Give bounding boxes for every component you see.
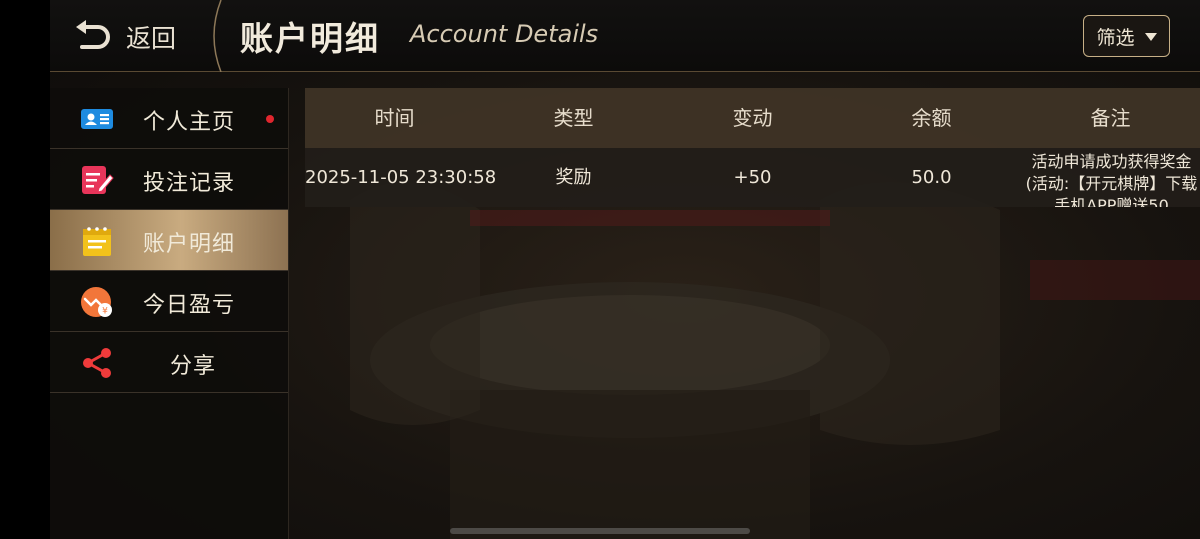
table-header: 时间 类型 变动 余额 备注 bbox=[305, 88, 1200, 148]
sidebar-item-share[interactable]: 分享 bbox=[50, 332, 288, 393]
sidebar-item-profile[interactable]: 个人主页 bbox=[50, 88, 288, 149]
sidebar-item-daily-profit[interactable]: ¥ 今日盈亏 bbox=[50, 271, 288, 332]
cell-balance: 50.0 bbox=[911, 167, 952, 188]
page-subtitle: Account Details bbox=[410, 20, 599, 48]
column-header-type: 类型 bbox=[553, 106, 594, 130]
profile-card-icon bbox=[81, 109, 113, 129]
sidebar: 个人主页 投注记录 账户明细 ¥ 今日盈亏 分享 bbox=[50, 88, 288, 539]
sidebar-item-bet-records[interactable]: 投注记录 bbox=[50, 149, 288, 210]
sidebar-item-label: 分享 bbox=[170, 354, 217, 379]
notification-dot bbox=[266, 115, 274, 123]
svg-text:¥: ¥ bbox=[102, 307, 108, 317]
sidebar-item-account-details[interactable]: 账户明细 bbox=[50, 210, 288, 271]
sidebar-item-label: 投注记录 bbox=[143, 171, 236, 196]
table-row[interactable]: 2025-11-05 23:30:58 奖励 +50 50.0 活动申请成功获得… bbox=[305, 148, 1200, 207]
caret-down-icon bbox=[1144, 33, 1157, 41]
screen-edge bbox=[0, 0, 50, 539]
notepad-icon bbox=[83, 227, 111, 256]
cell-change: +50 bbox=[733, 167, 772, 188]
top-header: 返回 账户明细 Account Details 筛选 bbox=[50, 0, 1200, 72]
column-header-change: 变动 bbox=[732, 106, 773, 130]
home-indicator-bar[interactable] bbox=[450, 528, 750, 534]
share-icon bbox=[83, 348, 111, 378]
page-title: 账户明细 bbox=[240, 19, 380, 58]
account-details-table: 时间 类型 变动 余额 备注 2025-11-05 23:30:58 奖励 +5… bbox=[305, 88, 1200, 207]
cell-note: 活动申请成功获得奖金(活动:【开元棋牌】下载手机APP赠送50 bbox=[1025, 152, 1198, 207]
filter-dropdown[interactable]: 筛选 bbox=[1083, 15, 1170, 57]
cell-type: 奖励 bbox=[555, 167, 592, 188]
column-header-balance: 余额 bbox=[911, 106, 952, 130]
back-label: 返回 bbox=[126, 24, 177, 53]
header-divider bbox=[213, 0, 222, 72]
bet-record-edit-icon bbox=[82, 166, 114, 194]
back-button[interactable]: 返回 bbox=[70, 14, 190, 60]
sidebar-divider bbox=[288, 88, 289, 539]
sidebar-item-label: 账户明细 bbox=[143, 232, 236, 257]
sidebar-item-label: 个人主页 bbox=[143, 110, 236, 135]
cell-time: 2025-11-05 23:30:58 bbox=[305, 167, 497, 188]
column-header-note: 备注 bbox=[1090, 106, 1131, 130]
account-details-screen: 返回 账户明细 Account Details 筛选 个人主页 投注记录 账户明… bbox=[50, 0, 1200, 539]
sidebar-item-label: 今日盈亏 bbox=[143, 293, 236, 318]
filter-label: 筛选 bbox=[1096, 26, 1135, 49]
back-arrow-icon bbox=[76, 20, 110, 49]
profit-loss-chart-icon: ¥ bbox=[81, 287, 112, 317]
column-header-time: 时间 bbox=[374, 106, 415, 130]
